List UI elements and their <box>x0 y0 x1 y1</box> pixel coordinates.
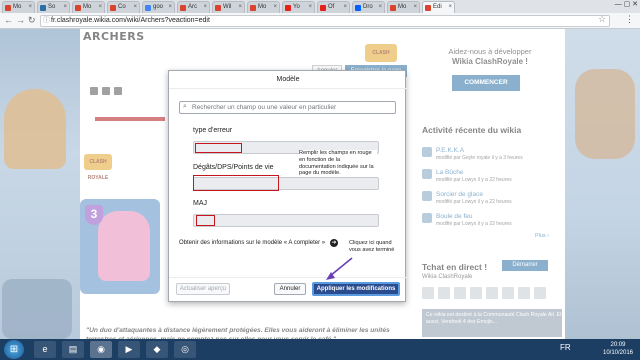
windows-taskbar: ⊞ e ▤ ◉ ▶ ◆ ◎ FR 20:09 10/10/2016 <box>0 339 640 360</box>
clock[interactable]: 20:09 10/10/2016 <box>598 341 638 357</box>
browser-tab[interactable]: Arc × <box>177 1 210 13</box>
browser-tab[interactable]: Co × <box>107 1 140 13</box>
tab-close-icon[interactable]: × <box>133 2 137 13</box>
tab-favicon <box>145 5 151 11</box>
tab-label: Co <box>118 4 126 10</box>
search-icon: ⌕ <box>183 103 187 110</box>
dialog-title: Modèle <box>169 71 407 89</box>
explorer-icon[interactable]: ▤ <box>62 341 84 358</box>
dialog-footer-divider <box>169 277 407 278</box>
tab-close-icon[interactable]: × <box>168 2 172 13</box>
tab-label: Mo <box>258 4 267 10</box>
tab-favicon <box>250 5 256 11</box>
browser-tab[interactable]: Mo × <box>72 1 105 13</box>
tab-favicon <box>355 5 361 11</box>
browser-tab[interactable]: Yo × <box>282 1 315 13</box>
tab-label: Of <box>328 4 335 10</box>
reload-icon[interactable]: ↻ <box>28 15 36 26</box>
page-info-icon[interactable]: ⓘ <box>43 16 50 26</box>
field-label-maj: MAJ <box>193 200 207 207</box>
clock-time: 20:09 <box>610 342 626 348</box>
tab-favicon <box>320 5 326 11</box>
tab-favicon <box>180 5 186 11</box>
back-icon[interactable]: ← <box>4 15 13 26</box>
chrome-icon[interactable]: ◉ <box>90 341 112 358</box>
clock-date: 10/10/2016 <box>602 350 634 356</box>
red-highlight-box <box>196 215 215 226</box>
tab-favicon <box>40 5 46 11</box>
browser-tab[interactable]: Edi × <box>422 1 455 13</box>
browser-tab[interactable]: Mo × <box>2 1 35 13</box>
annotation-note: Remplir les champs en rouge en fonction … <box>299 150 377 178</box>
tray-language[interactable]: FR <box>560 343 571 352</box>
tab-label: Mo <box>83 4 92 10</box>
url-input[interactable]: ⓘ fr.clashroyale.wikia.com/wiki/Archers?… <box>40 15 610 27</box>
template-info-link[interactable]: Obtenir des informations sur le modèle «… <box>179 240 325 246</box>
dropbox-icon[interactable]: ◆ <box>146 341 168 358</box>
app-icon[interactable]: ◎ <box>174 341 196 358</box>
tab-close-icon[interactable]: × <box>28 2 32 13</box>
tab-label: Dro <box>363 4 373 10</box>
tab-close-icon[interactable]: × <box>343 2 347 13</box>
search-placeholder: Rechercher un champ ou une valeur en par… <box>192 104 337 111</box>
refresh-preview-button[interactable]: Actualiser aperçu <box>176 283 230 295</box>
tab-favicon <box>75 5 81 11</box>
tab-favicon <box>5 5 11 11</box>
start-button[interactable]: ⊞ <box>4 340 24 359</box>
bookmark-star-icon[interactable]: ☆ <box>598 14 606 25</box>
tab-label: Arc <box>188 4 197 10</box>
tab-label: goo <box>153 4 164 10</box>
tab-label: Mo <box>13 4 22 10</box>
tab-close-icon[interactable]: × <box>448 2 452 13</box>
browser-tab[interactable]: Mo × <box>247 1 280 13</box>
tab-favicon <box>285 5 291 11</box>
address-bar: ← → ↻ ⓘ fr.clashroyale.wikia.com/wiki/Ar… <box>0 13 640 29</box>
tab-label: So <box>48 4 56 10</box>
tab-label: Mo <box>398 4 407 10</box>
tab-favicon <box>425 5 431 11</box>
dialog-cancel-button[interactable]: Annuler <box>274 283 306 295</box>
tab-close-icon[interactable]: × <box>378 2 382 13</box>
url-text: fr.clashroyale.wikia.com/wiki/Archers?ve… <box>51 17 210 24</box>
browser-tab[interactable]: Mo × <box>387 1 420 13</box>
tab-close-icon[interactable]: × <box>63 2 67 13</box>
tab-label: Yo <box>293 4 300 10</box>
field-input-maj[interactable] <box>193 214 379 227</box>
tab-strip: — ▢ ✕ Mo × So × Mo × Co × goo × Arc × Wil × Mo × Yo × Of × D… <box>0 0 640 13</box>
tab-close-icon[interactable]: × <box>308 2 312 13</box>
arrow-right-icon[interactable]: ➜ <box>330 239 338 247</box>
tab-close-icon[interactable]: × <box>203 2 207 13</box>
tab-label: Wil <box>223 4 232 10</box>
apply-changes-button[interactable]: Appliquer les modifications <box>312 282 400 296</box>
browser-tab[interactable]: Wil × <box>212 1 245 13</box>
ie-icon[interactable]: e <box>34 341 56 358</box>
tab-close-icon[interactable]: × <box>98 2 102 13</box>
media-player-icon[interactable]: ▶ <box>118 341 140 358</box>
browser-tab[interactable]: goo × <box>142 1 175 13</box>
browser-tab[interactable]: Dro × <box>352 1 385 13</box>
field-label-type-erreur: type d'erreur <box>193 127 233 134</box>
tab-favicon <box>215 5 221 11</box>
tab-favicon <box>110 5 116 11</box>
window-controls[interactable]: — ▢ ✕ <box>615 0 638 8</box>
chrome-menu-icon[interactable]: ⋮ <box>625 14 634 25</box>
template-dialog: Modèle Rechercher un champ ou une valeur… <box>168 70 407 302</box>
tab-label: Edi <box>433 4 442 10</box>
tab-close-icon[interactable]: × <box>413 2 417 13</box>
tab-favicon <box>390 5 396 11</box>
browser-tab[interactable]: Of × <box>317 1 350 13</box>
tab-close-icon[interactable]: × <box>238 2 242 13</box>
red-highlight-box <box>193 175 279 191</box>
forward-icon[interactable]: → <box>16 15 25 26</box>
annotation-hint: Cliquez ici quand vous avez terminé <box>349 240 395 253</box>
browser-tab[interactable]: So × <box>37 1 70 13</box>
field-label-degats: Dégâts/DPS/Points de vie <box>193 164 274 171</box>
tab-close-icon[interactable]: × <box>273 2 277 13</box>
red-highlight-box <box>195 143 242 153</box>
field-search-input[interactable]: Rechercher un champ ou une valeur en par… <box>179 101 396 114</box>
